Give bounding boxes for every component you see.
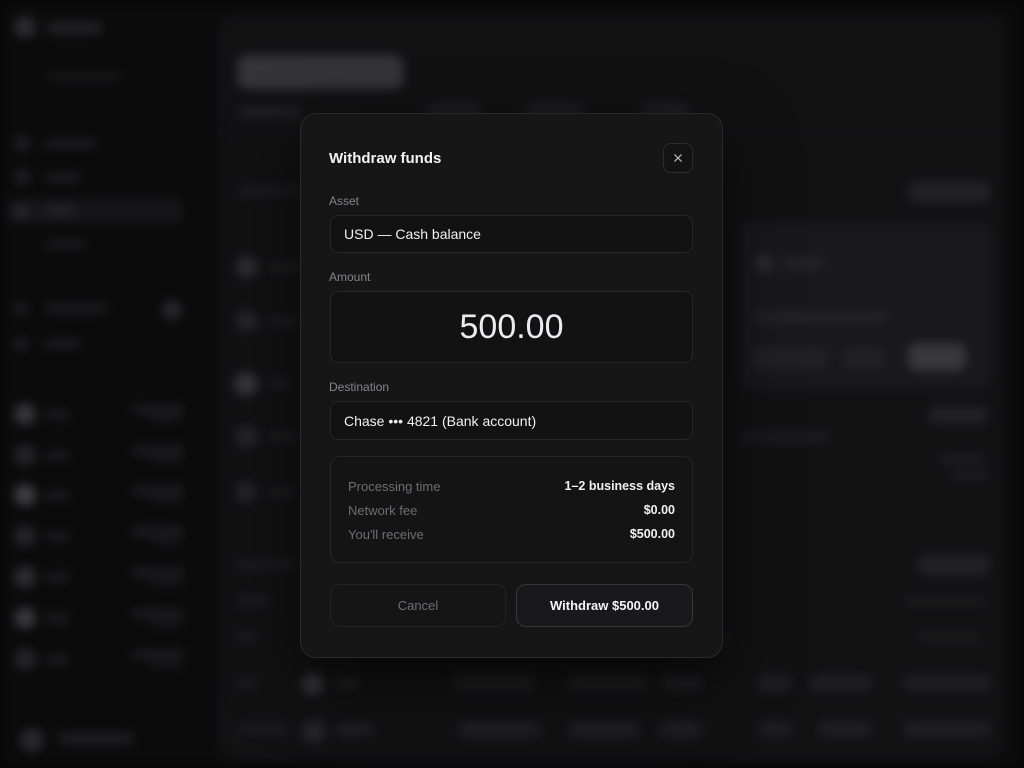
- summary-row-network-fee: Network fee $0.00: [348, 498, 675, 522]
- close-button[interactable]: [663, 143, 693, 173]
- close-icon: [674, 154, 682, 162]
- summary-value: $0.00: [643, 503, 675, 517]
- summary-label: Network fee: [348, 502, 418, 518]
- destination-label: Destination: [329, 380, 390, 394]
- amount-input[interactable]: 500.00: [330, 291, 693, 363]
- cancel-button[interactable]: Cancel: [330, 584, 506, 627]
- summary-value: $500.00: [629, 527, 675, 541]
- summary-row-you-receive: You'll receive $500.00: [348, 522, 675, 546]
- asset-label: Asset: [329, 194, 360, 208]
- amount-label: Amount: [329, 270, 371, 284]
- destination-value: Chase ••• 4821 (Bank account): [344, 412, 537, 429]
- asset-value: USD — Cash balance: [344, 226, 481, 242]
- withdraw-button[interactable]: Withdraw $500.00: [516, 584, 693, 627]
- withdraw-funds-dialog: Withdraw funds Asset USD — Cash balance …: [300, 113, 723, 658]
- destination-select[interactable]: Chase ••• 4821 (Bank account): [330, 401, 693, 440]
- summary-label: You'll receive: [348, 526, 424, 542]
- amount-value: 500.00: [459, 307, 564, 346]
- summary-row-processing-time: Processing time 1–2 business days: [348, 474, 675, 498]
- dialog-header: Withdraw funds: [329, 143, 693, 173]
- summary-value: 1–2 business days: [564, 479, 675, 493]
- dialog-title: Withdraw funds: [329, 149, 442, 167]
- asset-select[interactable]: USD — Cash balance: [330, 215, 693, 253]
- dialog-actions: Cancel Withdraw $500.00: [330, 584, 693, 627]
- withdrawal-summary: Processing time 1–2 business days Networ…: [330, 456, 693, 563]
- summary-label: Processing time: [348, 478, 441, 494]
